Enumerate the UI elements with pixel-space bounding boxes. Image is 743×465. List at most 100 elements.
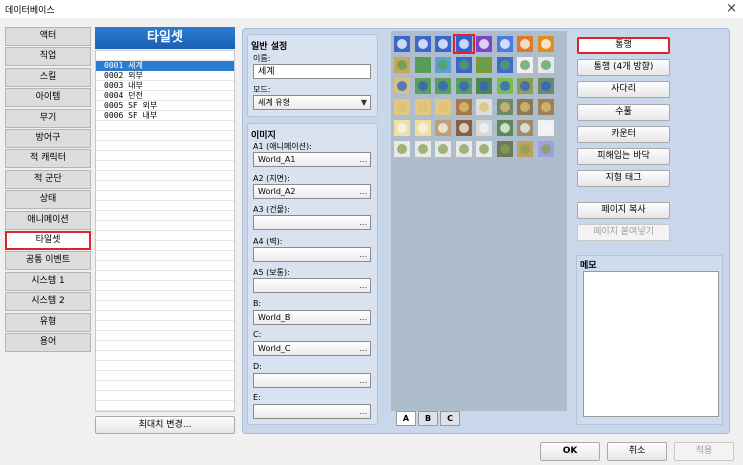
tile[interactable]	[394, 141, 410, 157]
tile[interactable]	[435, 120, 451, 136]
tab-2[interactable]: 스킬	[5, 67, 91, 87]
image-field-label: A5 (보통):	[253, 268, 290, 277]
flag-button[interactable]: 통행	[577, 37, 670, 54]
tileset-list-item[interactable]: 0002 외부	[96, 71, 234, 81]
flag-button[interactable]: 카운터	[577, 125, 670, 143]
tile[interactable]	[435, 99, 451, 115]
image-field-select[interactable]: World_B...	[253, 309, 371, 325]
tile[interactable]	[394, 99, 410, 115]
image-field-select[interactable]: World_C...	[253, 341, 371, 356]
tab-15[interactable]: 용어	[5, 333, 91, 352]
tile[interactable]	[476, 141, 492, 157]
tile[interactable]	[394, 120, 410, 136]
tile[interactable]	[476, 120, 492, 136]
memo-textarea[interactable]	[583, 271, 719, 417]
tile[interactable]	[435, 141, 451, 157]
tileset-list[interactable]: 0001 세계 0002 외부 0003 내부 0004 던전 0005 SF 외부 00…	[95, 50, 235, 412]
tab-11[interactable]: 공통 이벤트	[5, 251, 91, 271]
tile[interactable]	[517, 36, 533, 52]
tile[interactable]	[455, 99, 472, 115]
tile[interactable]	[435, 36, 451, 52]
tile[interactable]	[455, 78, 472, 94]
tile[interactable]	[414, 36, 431, 52]
tab-12[interactable]: 시스템 1	[5, 271, 91, 291]
tile[interactable]	[414, 78, 431, 94]
flag-button[interactable]: 피해입는 바닥	[577, 148, 670, 165]
tile[interactable]	[517, 99, 533, 115]
image-field-select[interactable]: ...	[253, 246, 371, 262]
tab-0[interactable]: 액터	[5, 27, 91, 46]
flag-button[interactable]: 사다리	[577, 81, 670, 99]
tile[interactable]	[414, 120, 431, 136]
tile-tab-c[interactable]: C	[440, 411, 460, 426]
copy-page-button[interactable]: 페이지 복사	[577, 202, 670, 219]
tile-tab-a[interactable]: A	[396, 411, 416, 426]
tab-8[interactable]: 상태	[5, 190, 91, 210]
tile[interactable]	[476, 78, 492, 94]
tile[interactable]	[537, 78, 554, 94]
tileset-list-item[interactable]: 0001 세계	[96, 61, 234, 71]
tile-tab-b[interactable]: B	[418, 411, 438, 426]
tile[interactable]	[414, 99, 431, 115]
image-field-select[interactable]: ...	[253, 278, 371, 293]
image-field-select[interactable]: ...	[253, 372, 371, 388]
tile[interactable]	[455, 141, 472, 157]
name-input[interactable]: 세계	[253, 64, 371, 79]
tile[interactable]	[537, 141, 554, 157]
tile[interactable]	[537, 36, 554, 52]
tile[interactable]	[517, 57, 533, 73]
image-field-select[interactable]: ...	[253, 215, 371, 230]
image-field-select[interactable]: World_A2...	[253, 183, 371, 199]
tile[interactable]	[455, 57, 472, 73]
tile[interactable]	[394, 36, 410, 52]
tile[interactable]	[496, 57, 513, 73]
mode-select[interactable]: 세계 유형 ▼	[253, 95, 371, 110]
paste-page-button[interactable]: 페이지 붙여넣기	[577, 224, 670, 241]
tileset-list-item[interactable]: 0004 던전	[96, 91, 234, 101]
tile[interactable]	[496, 99, 513, 115]
tab-5[interactable]: 방어구	[5, 129, 91, 148]
ok-button[interactable]: OK	[540, 442, 600, 461]
tile[interactable]	[496, 78, 513, 94]
tab-14[interactable]: 유형	[5, 312, 91, 332]
tab-13[interactable]: 시스템 2	[5, 292, 91, 312]
apply-button[interactable]: 적용	[674, 442, 734, 461]
tileset-list-item[interactable]: 0006 SF 내부	[96, 111, 234, 121]
flag-button[interactable]: 통행 (4개 방향)	[577, 59, 670, 77]
tile[interactable]	[537, 99, 554, 115]
tile[interactable]	[476, 99, 492, 115]
tile[interactable]	[435, 78, 451, 94]
tile[interactable]	[394, 78, 410, 94]
tile[interactable]	[476, 57, 492, 73]
change-maximum-button[interactable]: 최대치 변경...	[95, 416, 235, 434]
close-icon[interactable]: ×	[726, 0, 737, 18]
image-field-select[interactable]: ...	[253, 404, 371, 419]
tile[interactable]	[394, 57, 410, 73]
tileset-list-item[interactable]: 0003 내부	[96, 81, 234, 91]
tab-6[interactable]: 적 캐릭터	[5, 149, 91, 169]
tileset-list-item[interactable]: 0005 SF 외부	[96, 101, 234, 111]
tile[interactable]	[537, 120, 554, 136]
tile[interactable]	[435, 57, 451, 73]
tab-4[interactable]: 무기	[5, 108, 91, 128]
tab-1[interactable]: 직업	[5, 47, 91, 67]
tile[interactable]	[517, 120, 533, 136]
tile[interactable]	[537, 57, 554, 73]
tab-9[interactable]: 애니메이션	[5, 210, 91, 230]
tile[interactable]	[414, 57, 431, 73]
tab-7[interactable]: 적 군단	[5, 169, 91, 189]
cancel-button[interactable]: 취소	[607, 442, 667, 461]
tile[interactable]	[496, 36, 513, 52]
tab-10[interactable]: 타일셋	[5, 231, 91, 250]
tile[interactable]	[496, 120, 513, 136]
tile[interactable]	[496, 141, 513, 157]
tab-3[interactable]: 아이템	[5, 88, 91, 108]
tile[interactable]	[414, 141, 431, 157]
tile[interactable]	[517, 78, 533, 94]
tile[interactable]	[455, 120, 472, 136]
tile[interactable]	[476, 36, 492, 52]
image-field-select[interactable]: World_A1...	[253, 152, 371, 167]
tile[interactable]	[517, 141, 533, 157]
flag-button[interactable]: 수풀	[577, 103, 670, 121]
flag-button[interactable]: 지형 태그	[577, 170, 670, 188]
